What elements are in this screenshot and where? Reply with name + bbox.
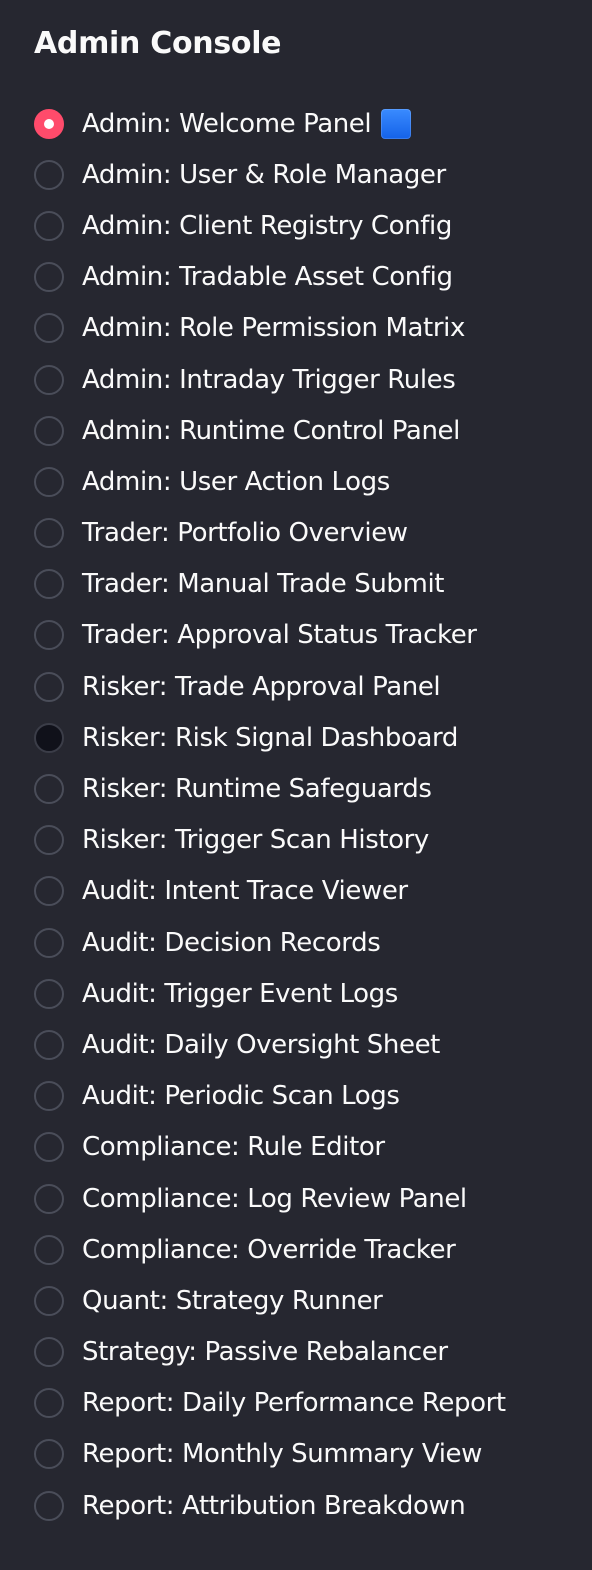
radio-button[interactable]	[34, 415, 64, 446]
radio-button[interactable]	[34, 159, 64, 190]
radio-option-label: Quant: Strategy Runner	[82, 1285, 383, 1316]
radio-option-label: Risker: Trigger Scan History	[82, 825, 429, 856]
radio-option-trader-portfolio-overview[interactable]: Trader: Portfolio Overview	[34, 508, 574, 559]
radio-button[interactable]	[34, 262, 64, 293]
radio-option-label: Report: Monthly Summary View	[82, 1439, 482, 1470]
radio-button[interactable]	[34, 774, 64, 805]
radio-button[interactable]	[34, 1234, 64, 1265]
radio-option-admin-welcome-panel[interactable]: Admin: Welcome Panel	[34, 98, 574, 149]
radio-option-admin-runtime-control-panel[interactable]: Admin: Runtime Control Panel	[34, 405, 574, 456]
radio-option-label: Compliance: Log Review Panel	[82, 1183, 467, 1214]
radio-option-label: Audit: Decision Records	[82, 927, 381, 958]
sidebar-panel: Admin Console Admin: Welcome Panel Admin:…	[0, 0, 592, 1570]
radio-button[interactable]	[34, 313, 64, 344]
radio-option-label: Strategy: Passive Rebalancer	[82, 1337, 448, 1368]
radio-option-audit-intent-trace-viewer[interactable]: Audit: Intent Trace Viewer	[34, 866, 574, 917]
radio-option-label: Report: Attribution Breakdown	[82, 1490, 466, 1521]
radio-option-label: Report: Daily Performance Report	[82, 1388, 506, 1419]
radio-button[interactable]	[34, 876, 64, 907]
radio-button[interactable]	[34, 722, 64, 753]
radio-option-label: Admin: User Action Logs	[82, 466, 390, 497]
radio-option-quant-strategy-runner[interactable]: Quant: Strategy Runner	[34, 1275, 574, 1326]
radio-option-label: Risker: Trade Approval Panel	[82, 671, 441, 702]
radio-option-label: Risker: Risk Signal Dashboard	[82, 722, 458, 753]
radio-option-risker-trade-approval-panel[interactable]: Risker: Trade Approval Panel	[34, 661, 574, 712]
radio-option-label: Compliance: Rule Editor	[82, 1132, 385, 1163]
radio-option-report-attribution-breakdown[interactable]: Report: Attribution Breakdown	[34, 1480, 574, 1531]
radio-option-label: Audit: Daily Oversight Sheet	[82, 1029, 440, 1060]
radio-option-admin-role-permission-matrix[interactable]: Admin: Role Permission Matrix	[34, 303, 574, 354]
radio-button[interactable]	[34, 210, 64, 241]
radio-option-risker-runtime-safeguards[interactable]: Risker: Runtime Safeguards	[34, 763, 574, 814]
radio-option-label: Admin: Role Permission Matrix	[82, 313, 465, 344]
radio-option-compliance-rule-editor[interactable]: Compliance: Rule Editor	[34, 1122, 574, 1173]
radio-option-admin-user-role-manager[interactable]: Admin: User & Role Manager	[34, 149, 574, 200]
radio-option-label: Trader: Portfolio Overview	[82, 518, 408, 549]
radio-option-trader-manual-trade-submit[interactable]: Trader: Manual Trade Submit	[34, 559, 574, 610]
radio-option-admin-tradable-asset-config[interactable]: Admin: Tradable Asset Config	[34, 252, 574, 303]
radio-button[interactable]	[34, 466, 64, 497]
radio-button[interactable]	[34, 671, 64, 702]
radio-option-report-daily-performance-report[interactable]: Report: Daily Performance Report	[34, 1378, 574, 1429]
radio-button[interactable]	[34, 927, 64, 958]
radio-button[interactable]	[34, 364, 64, 395]
radio-option-label: Compliance: Override Tracker	[82, 1234, 456, 1265]
radio-option-risker-risk-signal-dashboard[interactable]: Risker: Risk Signal Dashboard	[34, 712, 574, 763]
radio-button-selected[interactable]	[34, 108, 64, 139]
page-title: Admin Console	[34, 26, 282, 61]
radio-button[interactable]	[34, 1388, 64, 1419]
radio-option-label: Risker: Runtime Safeguards	[82, 774, 432, 805]
radio-option-admin-intraday-trigger-rules[interactable]: Admin: Intraday Trigger Rules	[34, 354, 574, 405]
radio-option-risker-trigger-scan-history[interactable]: Risker: Trigger Scan History	[34, 815, 574, 866]
radio-option-label: Admin: Client Registry Config	[82, 210, 452, 241]
radio-button[interactable]	[34, 1439, 64, 1470]
radio-button[interactable]	[34, 620, 64, 651]
radio-option-compliance-log-review-panel[interactable]: Compliance: Log Review Panel	[34, 1173, 574, 1224]
radio-option-audit-daily-oversight-sheet[interactable]: Audit: Daily Oversight Sheet	[34, 1019, 574, 1070]
radio-option-admin-user-action-logs[interactable]: Admin: User Action Logs	[34, 456, 574, 507]
radio-button[interactable]	[34, 1337, 64, 1368]
radio-option-audit-periodic-scan-logs[interactable]: Audit: Periodic Scan Logs	[34, 1071, 574, 1122]
radio-option-label: Audit: Periodic Scan Logs	[82, 1081, 400, 1112]
radio-option-audit-decision-records[interactable]: Audit: Decision Records	[34, 917, 574, 968]
radio-button[interactable]	[34, 518, 64, 549]
radio-button[interactable]	[34, 825, 64, 856]
radio-option-compliance-override-tracker[interactable]: Compliance: Override Tracker	[34, 1224, 574, 1275]
radio-option-audit-trigger-event-logs[interactable]: Audit: Trigger Event Logs	[34, 968, 574, 1019]
radio-option-label: Audit: Intent Trace Viewer	[82, 876, 408, 907]
radio-option-trader-approval-status-tracker[interactable]: Trader: Approval Status Tracker	[34, 610, 574, 661]
blue-square-icon	[381, 108, 412, 139]
radio-option-report-monthly-summary-view[interactable]: Report: Monthly Summary View	[34, 1429, 574, 1480]
radio-option-label: Trader: Approval Status Tracker	[82, 620, 477, 651]
radio-button[interactable]	[34, 1183, 64, 1214]
radio-option-admin-client-registry-config[interactable]: Admin: Client Registry Config	[34, 200, 574, 251]
radio-option-label: Audit: Trigger Event Logs	[82, 978, 398, 1009]
radio-button[interactable]	[34, 1490, 64, 1521]
radio-option-label: Admin: Runtime Control Panel	[82, 415, 460, 446]
radio-button[interactable]	[34, 1081, 64, 1112]
radio-button[interactable]	[34, 1029, 64, 1060]
radio-option-label: Trader: Manual Trade Submit	[82, 569, 445, 600]
radio-button[interactable]	[34, 1285, 64, 1316]
radio-option-label: Admin: Intraday Trigger Rules	[82, 364, 456, 395]
radio-button[interactable]	[34, 569, 64, 600]
radio-button[interactable]	[34, 978, 64, 1009]
radio-option-label: Admin: Tradable Asset Config	[82, 262, 453, 293]
radio-option-strategy-passive-rebalancer[interactable]: Strategy: Passive Rebalancer	[34, 1327, 574, 1378]
radio-option-label: Admin: User & Role Manager	[82, 159, 446, 190]
radio-option-label: Admin: Welcome Panel	[82, 108, 372, 139]
radio-button[interactable]	[34, 1132, 64, 1163]
navigation-radio-group: Admin: Welcome Panel Admin: User & Role M…	[34, 98, 574, 1531]
